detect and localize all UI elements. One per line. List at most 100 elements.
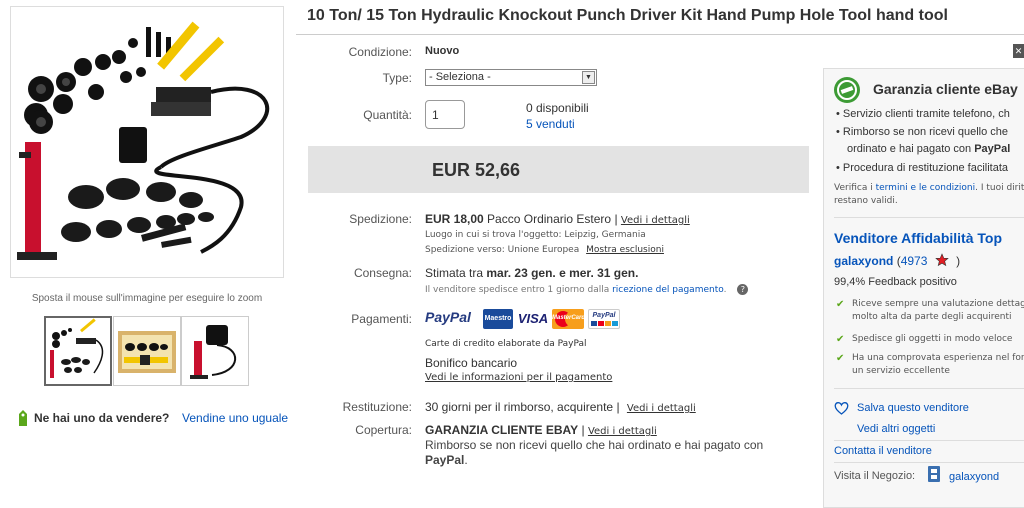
guarantee-bullet-1: • Servizio clienti tramite telefono, ch [836, 108, 1010, 120]
type-select[interactable]: - Seleziona - ▼ [425, 69, 597, 86]
sell-one-like-this-link[interactable]: Vendine uno uguale [182, 411, 288, 425]
coverage-row: GARANZIA CLIENTE EBAY | Vedi i dettagli [425, 423, 657, 437]
verify-suffix: . I tuoi diritti d [975, 183, 1024, 193]
seller-point-1-text: Riceve sempre una valutazione dettaglia [852, 299, 1024, 309]
coverage-paypal-row: PayPal. [425, 453, 468, 467]
guarantee-bullet-text: Rimborso se non ricevi quello che [842, 126, 1009, 138]
top-rated-seller: Venditore Affidabilità Top [834, 230, 1002, 246]
divider [834, 388, 1024, 389]
item-title: 10 Ton/ 15 Ton Hydraulic Knockout Punch … [307, 7, 948, 24]
save-seller-link[interactable]: Salva questo venditore [857, 402, 969, 414]
zoom-hint: Sposta il mouse sull'immagine per esegui… [31, 293, 263, 304]
payment-receipt-link[interactable]: ricezione del pagamento [612, 285, 723, 295]
seller-name-link[interactable]: galaxyond [834, 254, 893, 268]
coverage-text: Rimborso se non ricevi quello che hai or… [425, 438, 764, 452]
dispatch-note-end: . [723, 285, 727, 295]
title-divider [296, 34, 1024, 35]
coverage-label: Copertura: [355, 423, 412, 437]
maestro-card-icon: Maestro [483, 309, 513, 329]
guarantee-title: Garanzia cliente eBay [873, 81, 1018, 97]
item-location: Luogo in cui si trova l'oggetto: Leipzig… [425, 230, 646, 240]
paypal-logo-text: PayPal [425, 309, 471, 325]
seller-point-2-text: Spedisce gli oggetti in modo veloce [852, 334, 1013, 344]
heart-icon[interactable] [834, 401, 849, 415]
price-box [308, 146, 809, 193]
guarantee-handshake-icon [834, 77, 860, 103]
shipping-details-link[interactable]: Vedi i dettagli [621, 215, 690, 226]
score-close: ) [956, 254, 961, 268]
payments-label: Pagamenti: [351, 312, 412, 326]
returns-text: 30 giorni per il rimborso, acquirente [425, 400, 614, 414]
close-icon[interactable]: ✕ [1013, 44, 1024, 58]
mastercard-icon: MasterCard [552, 309, 584, 329]
divider [834, 462, 1024, 463]
delivery-label: Consegna: [353, 266, 412, 280]
coverage-title: GARANZIA CLIENTE EBAY [425, 423, 579, 437]
positive-feedback: 99,4% Feedback positivo [834, 276, 957, 288]
view-other-items-link[interactable]: Vedi altri oggetti [857, 423, 935, 435]
returns-details-link[interactable]: Vedi i dettagli [627, 403, 696, 414]
seller-info-row: galaxyond (4973 ) [834, 253, 960, 268]
sold-count-link[interactable]: 5 venduti [526, 117, 575, 131]
store-link[interactable]: galaxyond [949, 471, 999, 483]
visa-card-icon: VISA [517, 311, 549, 326]
thumbnail-1[interactable] [44, 316, 112, 386]
condition-value: Nuovo [425, 45, 460, 57]
paypal-logo: PayPal [425, 309, 471, 325]
help-icon[interactable]: ? [737, 284, 749, 295]
checkmark-icon: ✔ [836, 353, 845, 364]
seller-point-3: ✔ [836, 353, 844, 364]
thumbnail-image [190, 325, 237, 379]
card-note: Carte di credito elaborate da PayPal [425, 339, 587, 349]
sell-one-like-this: Ne hai uno da vendere? Vendine uno ugual… [14, 408, 304, 430]
separator: | [581, 423, 585, 437]
guarantee-bullet-3: • Procedura di restituzione facilitata [836, 162, 1009, 174]
shipping-label: Spedizione: [349, 212, 412, 226]
chevron-down-icon: ▼ [582, 71, 595, 84]
paypal-badge-icon: PayPal [588, 309, 620, 329]
shipping-row: EUR 18,00 Pacco Ordinario Estero | Vedi … [425, 212, 690, 226]
sell-question: Ne hai uno da vendere? [34, 411, 170, 425]
store-icon [928, 466, 940, 482]
seller-point-1: ✔ [836, 299, 844, 310]
terms-link[interactable]: termini e le condizioni [876, 183, 976, 193]
returns-label: Restituzione: [342, 400, 412, 414]
contact-seller-link[interactable]: Contatta il venditore [834, 445, 932, 457]
separator: | [614, 212, 618, 226]
visit-store-label: Visita il Negozio: [834, 470, 916, 482]
thumbnail-2[interactable] [113, 316, 181, 386]
seller-point-2: ✔ [836, 334, 844, 345]
seller-point-1-text2: molto alta da parte degli acquirenti [852, 312, 1012, 322]
hydraulic-kit-illustration [17, 21, 270, 260]
paypal-badge-text: PayPal [592, 312, 616, 319]
shipping-service: Pacco Ordinario Estero [487, 212, 612, 226]
thumbnail-3[interactable] [181, 316, 249, 386]
star-icon [934, 253, 949, 267]
feedback-score-link[interactable]: 4973 [901, 254, 928, 268]
guarantee-bullet-2: • Rimborso se non ricevi quello che [836, 126, 1009, 138]
guarantee-verify-line2: restano validi. [834, 196, 898, 206]
guarantee-bullet-text: Procedura di restituzione facilitata [842, 162, 1009, 174]
seller-point-3-text2: un servizio eccellente [852, 366, 950, 376]
payment-info-link[interactable]: Vedi le informazioni per il pagamento [425, 372, 612, 383]
main-product-image[interactable] [10, 6, 284, 278]
delivery-estimate: Stimata tra mar. 23 gen. e mer. 31 gen. [425, 266, 638, 280]
item-price: EUR 52,66 [432, 160, 521, 180]
quantity-input[interactable]: 1 [425, 100, 465, 129]
type-label: Type: [382, 71, 412, 85]
guarantee-paypal: PayPal [974, 143, 1011, 155]
separator: | [616, 400, 620, 414]
guarantee-bullet-2-line2: ordinato e hai pagato con PayPal [847, 143, 1010, 155]
show-exclusions-link[interactable]: Mostra esclusioni [586, 245, 664, 255]
verify-prefix: Verifica i [834, 183, 876, 193]
shipping-cost: EUR 18,00 [425, 212, 484, 226]
delivery-dates: mar. 23 gen. e mer. 31 gen. [486, 266, 639, 280]
condition-label: Condizione: [348, 45, 412, 59]
seller-point-3-text: Ha una comprovata esperienza nel fornir [852, 353, 1024, 363]
delivery-prefix: Stimata tra [425, 266, 484, 280]
returns-row: 30 giorni per il rimborso, acquirente | … [425, 400, 696, 414]
divider [834, 217, 1024, 218]
dispatch-note-text: Il venditore spedisce entro 1 giorno dal… [425, 285, 610, 295]
type-selected-value: - Seleziona - [429, 71, 491, 83]
coverage-details-link[interactable]: Vedi i dettagli [588, 426, 657, 437]
